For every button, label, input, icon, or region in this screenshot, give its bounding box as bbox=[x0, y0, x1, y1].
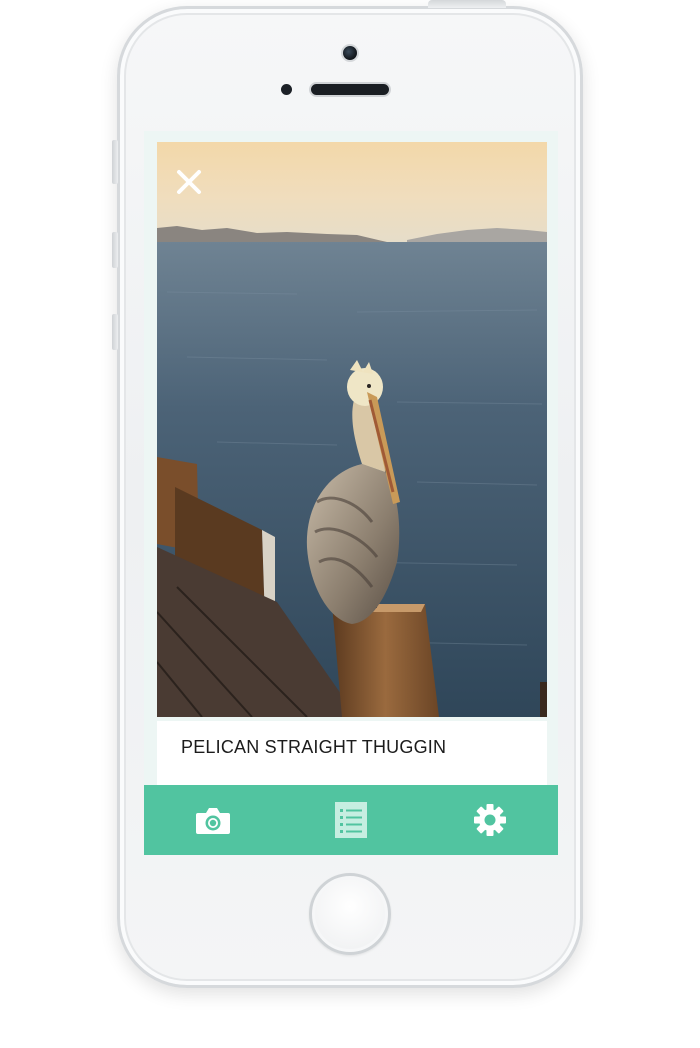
close-button[interactable] bbox=[174, 167, 204, 197]
earpiece-speaker bbox=[309, 82, 391, 97]
volume-up-button bbox=[112, 232, 118, 268]
post-photo bbox=[157, 142, 547, 717]
mute-switch bbox=[112, 140, 118, 184]
gear-icon bbox=[474, 804, 506, 836]
list-icon bbox=[335, 802, 367, 838]
volume-down-button bbox=[112, 314, 118, 350]
camera-tab[interactable] bbox=[168, 785, 258, 855]
bottom-tab-bar bbox=[144, 785, 558, 855]
app-screen: PELICAN STRAIGHT THUGGIN bbox=[144, 131, 558, 785]
power-button bbox=[428, 0, 506, 8]
front-camera bbox=[341, 44, 359, 62]
post-caption: PELICAN STRAIGHT THUGGIN bbox=[181, 737, 447, 757]
close-icon bbox=[177, 170, 201, 194]
camera-icon bbox=[196, 808, 230, 834]
settings-tab[interactable] bbox=[445, 785, 535, 855]
caption-card: PELICAN STRAIGHT THUGGIN bbox=[157, 721, 547, 785]
home-button[interactable] bbox=[309, 873, 391, 955]
proximity-sensor bbox=[281, 84, 292, 95]
list-tab[interactable] bbox=[306, 785, 396, 855]
